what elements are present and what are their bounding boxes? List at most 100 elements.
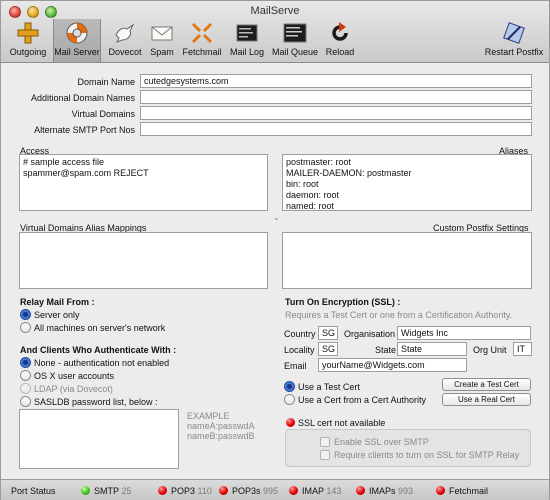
restart-icon [503,22,525,44]
console-log-icon [236,24,258,42]
console-queue-icon [283,23,307,43]
alias-line: named: root [286,201,335,211]
port-number: 25 [121,486,132,496]
virtual-domains-field[interactable] [140,106,532,120]
auth-ldap-radio[interactable] [20,383,31,394]
require-ssl-label: Require clients to turn on SSL for SMTP … [334,450,520,460]
state-field[interactable]: State [397,342,467,356]
toolbar-restart-postfix[interactable]: Restart Postfix [485,20,543,60]
relay-title: Relay Mail From : [20,297,95,307]
use-test-cert-radio[interactable] [284,381,295,392]
toolbar-restart-postfix-label: Restart Postfix [484,47,544,57]
email-label: Email [284,361,307,371]
org-unit-field[interactable]: IT [513,342,532,356]
envelope-icon [151,26,173,41]
toolbar-reload[interactable]: Reload [323,20,357,60]
port-status-bar: Port Status SMTP 25 POP3 110 POP3s 995 I… [1,479,549,500]
ssl-subtitle: Requires a Test Cert or one from a Certi… [285,310,513,320]
alt-smtp-label: Alternate SMTP Port Nos [34,125,135,135]
enable-ssl-smtp-label: Enable SSL over SMTP [334,437,429,447]
pop3-status: POP3 110 [171,486,212,496]
organisation-label: Organisation [344,329,396,339]
org-unit-label: Org Unit [473,345,507,355]
smtp-status: SMTP 25 [94,486,131,496]
sasldb-example: EXAMPLE nameA:passwdA nameB:passwdB [187,411,255,441]
use-ca-cert-label: Use a Cert from a Cert Authority [298,395,427,405]
auth-osx-label: OS X user accounts [34,371,115,381]
mailserve-window: MailServe Outgoing Mail Server Dovecot S… [0,0,550,500]
auth-osx-radio[interactable] [20,370,31,381]
toolbar: MailServe Outgoing Mail Server Dovecot S… [1,1,549,63]
pop3s-status: POP3s 995 [232,486,278,496]
use-test-cert-label: Use a Test Cert [298,382,360,392]
port-number: 143 [326,486,342,496]
toolbar-mail-queue[interactable]: Mail Queue [271,20,319,60]
organisation-field[interactable]: Widgets Inc [397,326,531,340]
country-label: Country [284,329,316,339]
access-line: spammer@spam.com REJECT [23,168,149,178]
access-textarea[interactable]: # sample access file spammer@spam.com RE… [19,154,268,211]
imaps-status-icon [356,486,365,495]
state-label: State [375,345,397,355]
virtual-domains-label: Virtual Domains [71,109,135,119]
aliases-textarea[interactable]: postmaster: root MAILER-DAEMON: postmast… [282,154,532,211]
window-title: MailServe [250,5,300,17]
port-number: 993 [398,486,414,496]
auth-ldap-label: LDAP (via Dovecot) [34,384,113,394]
relay-network-radio[interactable] [20,322,31,333]
additional-domains-field[interactable] [140,90,532,104]
toolbar-mail-server[interactable]: Mail Server [53,19,101,62]
smtp-status-icon [81,486,90,495]
alias-line: MAILER-DAEMON: postmaster [286,168,412,178]
country-field[interactable]: SG [318,326,338,340]
ssl-status-icon [286,418,295,427]
ssl-options-group: Enable SSL over SMTP Require clients to … [285,429,531,467]
relay-server-only-radio[interactable] [20,309,31,320]
create-test-cert-button[interactable]: Create a Test Cert [442,378,531,391]
vdam-textarea[interactable] [19,232,268,289]
alias-line: daemon: root [286,190,340,200]
port-name: IMAPs [369,486,396,496]
relay-network-label: All machines on server's network [34,323,166,333]
auth-sasldb-radio[interactable] [20,396,31,407]
domain-name-label: Domain Name [77,77,135,87]
port-number: 995 [263,486,279,496]
mail-server-panel: Domain Name cutedgesystems.com Additiona… [1,63,549,479]
plus-icon [17,22,39,44]
custom-postfix-textarea[interactable] [282,232,532,289]
port-name: IMAP [302,486,324,496]
port-name: SMTP [94,486,119,496]
split-resize-handle[interactable]: ⌄ [273,213,280,222]
auth-none-radio[interactable] [20,357,31,368]
alias-line: bin: root [286,179,319,189]
ssl-title: Turn On Encryption (SSL) : [285,297,401,307]
auth-sasldb-label: SASLDB password list, below : [34,397,158,407]
dove-icon [115,23,135,43]
port-name: POP3s [232,486,261,496]
fetchmail-status: Fetchmail [449,486,488,496]
port-number: 110 [197,486,212,496]
ssl-status-text: SSL cert not available [298,418,386,428]
toolbar-reload-label: Reload [325,47,355,57]
locality-label: Locality [284,345,315,355]
additional-domains-label: Additional Domain Names [30,93,135,103]
alt-smtp-field[interactable] [140,122,532,136]
sasldb-textarea[interactable] [19,409,179,469]
require-ssl-checkbox[interactable] [320,450,330,460]
domain-name-field[interactable]: cutedgesystems.com [140,74,532,88]
port-status-label: Port Status [11,486,56,496]
locality-field[interactable]: SG [318,342,338,356]
relay-server-only-label: Server only [34,310,80,320]
port-name: POP3 [171,486,196,496]
email-field[interactable]: yourName@Widgets.com [318,358,467,372]
enable-ssl-smtp-checkbox[interactable] [320,437,330,447]
use-real-cert-button[interactable]: Use a Real Cert [442,393,531,406]
alias-line: postmaster: root [286,157,352,167]
use-ca-cert-radio[interactable] [284,394,295,405]
port-name: Fetchmail [449,486,489,496]
example-line: nameB:passwdB [187,431,255,441]
fetch-arrows-icon [191,22,213,44]
pop3-status-icon [158,486,167,495]
lifebuoy-icon [66,22,88,44]
pop3s-status-icon [219,486,228,495]
